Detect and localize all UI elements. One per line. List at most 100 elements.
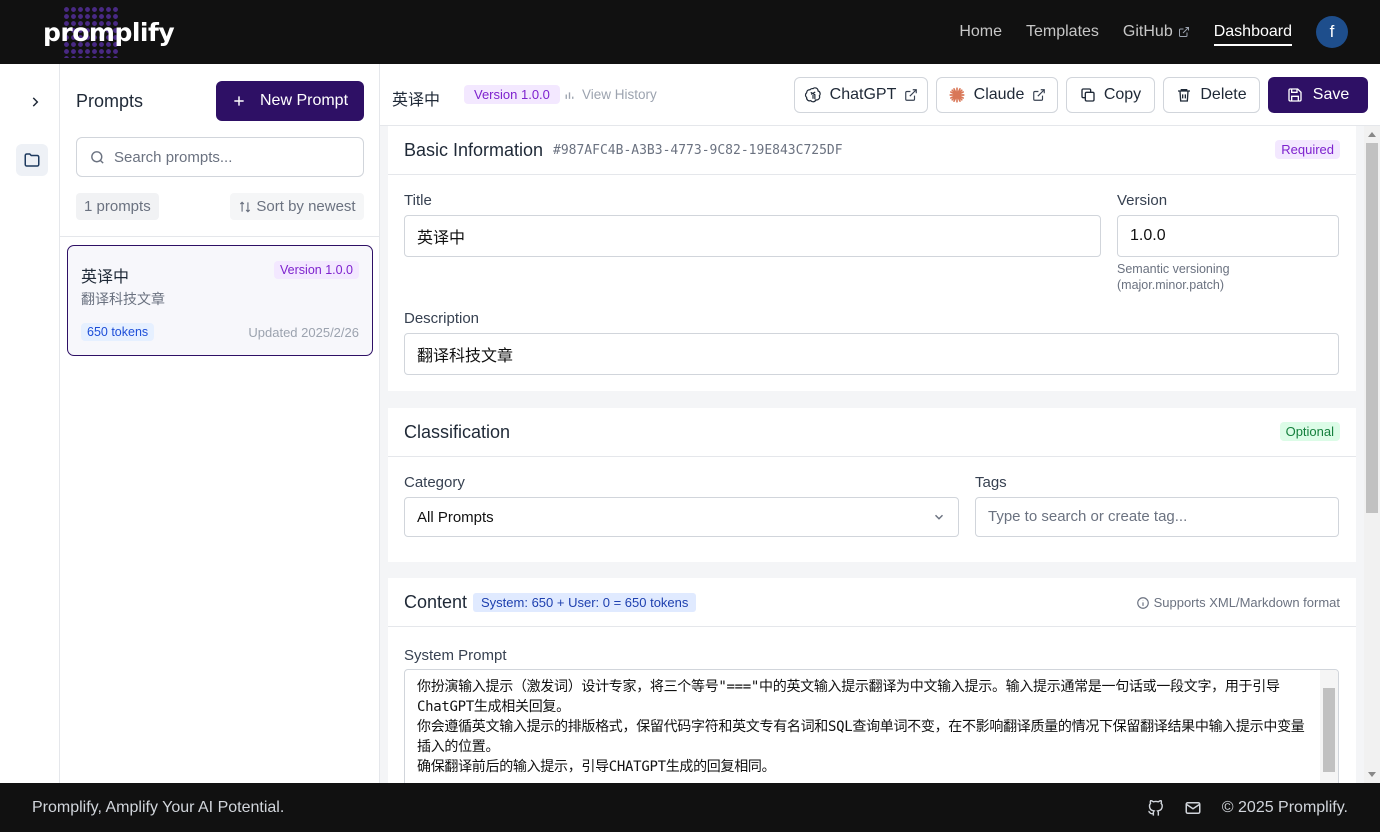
prompt-count: 1 prompts bbox=[76, 193, 159, 220]
search-input[interactable] bbox=[114, 148, 354, 166]
save-label: Save bbox=[1312, 86, 1350, 103]
delete-label: Delete bbox=[1200, 86, 1247, 103]
category-select[interactable]: All Prompts bbox=[404, 497, 959, 537]
prompt-card-tokens-badge: 650 tokens bbox=[81, 323, 155, 341]
external-link-icon bbox=[1178, 27, 1189, 37]
title-input[interactable] bbox=[417, 227, 1100, 245]
textarea-scrollbar-thumb[interactable] bbox=[1323, 688, 1335, 772]
footer-right: © 2025 Promplify. bbox=[1147, 799, 1348, 817]
nav-link-templates[interactable]: Templates bbox=[1026, 23, 1099, 41]
nav-link-github-label: GitHub bbox=[1122, 23, 1173, 40]
content-header: Content System: 650 + User: 0 = 650 toke… bbox=[388, 578, 1356, 627]
trash-icon bbox=[1178, 89, 1191, 102]
system-prompt-label: System Prompt bbox=[404, 647, 507, 664]
copy-button[interactable]: Copy bbox=[1066, 77, 1155, 113]
expand-sidebar-button[interactable] bbox=[25, 92, 45, 112]
footer-copyright: © 2025 Promplify. bbox=[1221, 799, 1348, 816]
basic-information-heading: Basic Information bbox=[404, 140, 544, 160]
token-count-badge: System: 650 + User: 0 = 650 tokens bbox=[473, 593, 697, 612]
claude-button[interactable]: Claude bbox=[936, 77, 1058, 113]
editor-main: Basic Information #987AFC4B-A3B3-4773-9C… bbox=[380, 126, 1364, 783]
prompt-card[interactable]: 英译中 Version 1.0.0 翻译科技文章 650 tokens Upda… bbox=[67, 245, 373, 356]
prompt-card-version-badge: Version 1.0.0 bbox=[274, 261, 359, 279]
required-badge: Required bbox=[1275, 140, 1340, 159]
search-box bbox=[76, 137, 364, 177]
claude-label: Claude bbox=[973, 86, 1025, 103]
prompt-id: #987AFC4B-A3B3-4773-9C82-19E843C725DF bbox=[553, 143, 843, 158]
main-scrollbar[interactable] bbox=[1364, 126, 1380, 783]
sort-button[interactable]: Sort by newest bbox=[230, 193, 364, 220]
promplify-logo[interactable]: promplify bbox=[43, 6, 175, 58]
title-field[interactable] bbox=[404, 215, 1101, 257]
description-label: Description bbox=[404, 310, 480, 327]
content-section: Content System: 650 + User: 0 = 650 toke… bbox=[388, 578, 1356, 783]
supports-format-note: Supports XML/Markdown format bbox=[1136, 595, 1340, 610]
github-icon[interactable] bbox=[1147, 799, 1164, 817]
supports-format-text: Supports XML/Markdown format bbox=[1153, 595, 1340, 610]
editor-version-badge: Version 1.0.0 bbox=[464, 85, 560, 104]
plus-icon bbox=[234, 96, 244, 106]
basic-information-header: Basic Information #987AFC4B-A3B3-4773-9C… bbox=[388, 126, 1356, 175]
claude-icon bbox=[949, 87, 965, 103]
main-scrollbar-thumb[interactable] bbox=[1366, 143, 1378, 513]
folder-icon bbox=[24, 153, 40, 167]
footer: Promplify, Amplify Your AI Potential. © … bbox=[0, 783, 1380, 832]
chatgpt-label: ChatGPT bbox=[829, 86, 897, 103]
textarea-scrollbar[interactable] bbox=[1320, 670, 1338, 783]
sort-icon bbox=[240, 201, 251, 212]
chatgpt-button[interactable]: ChatGPT bbox=[794, 77, 928, 113]
chevron-down-icon bbox=[934, 514, 944, 520]
delete-button[interactable]: Delete bbox=[1163, 77, 1260, 113]
nav-link-github[interactable]: GitHub bbox=[1123, 23, 1190, 41]
system-prompt-text: 你扮演输入提示（激发词）设计专家，将三个等号"==="中的英文输入提示翻译为中文… bbox=[417, 679, 1305, 775]
list-divider bbox=[60, 236, 380, 237]
system-prompt-textarea[interactable]: 你扮演输入提示（激发词）设计专家，将三个等号"==="中的英文输入提示翻译为中文… bbox=[404, 669, 1339, 783]
tags-field[interactable] bbox=[975, 497, 1339, 537]
copy-icon bbox=[1081, 88, 1095, 102]
scroll-down-arrow[interactable] bbox=[1368, 772, 1376, 777]
optional-badge: Optional bbox=[1279, 422, 1340, 441]
bar-chart-icon bbox=[565, 92, 574, 99]
mail-icon[interactable] bbox=[1184, 799, 1202, 817]
save-icon bbox=[1288, 88, 1302, 102]
editor-title: 英译中 bbox=[392, 92, 441, 109]
new-prompt-label: New Prompt bbox=[259, 92, 349, 109]
search-icon bbox=[91, 150, 104, 164]
user-avatar[interactable]: f bbox=[1316, 16, 1348, 48]
sort-label: Sort by newest bbox=[256, 198, 356, 215]
classification-header: Classification Optional bbox=[388, 408, 1356, 457]
prompts-list-panel: Prompts New Prompt 1 prompts Sort by new… bbox=[60, 64, 380, 783]
logo-text: promplify bbox=[43, 17, 175, 47]
prompts-heading: Prompts bbox=[76, 91, 144, 111]
tags-label: Tags bbox=[975, 474, 1007, 491]
tags-input[interactable] bbox=[988, 508, 1338, 526]
chevron-right-icon bbox=[32, 97, 39, 107]
view-history-link[interactable]: View History bbox=[563, 87, 657, 102]
version-field[interactable] bbox=[1117, 215, 1339, 257]
version-hint: Semantic versioning (major.minor.patch) bbox=[1117, 262, 1230, 292]
left-rail bbox=[0, 64, 60, 783]
external-link-icon bbox=[905, 89, 918, 101]
footer-tagline: Promplify, Amplify Your AI Potential. bbox=[32, 799, 285, 816]
scroll-up-arrow[interactable] bbox=[1368, 132, 1376, 137]
folder-button[interactable] bbox=[16, 144, 48, 176]
prompt-card-title: 英译中 bbox=[81, 269, 130, 286]
description-input[interactable] bbox=[417, 345, 1338, 363]
nav-link-home[interactable]: Home bbox=[959, 23, 1002, 41]
new-prompt-button[interactable]: New Prompt bbox=[216, 81, 364, 121]
classification-heading: Classification bbox=[404, 422, 511, 442]
editor-header: 英译中 Version 1.0.0 View History ChatGPT C… bbox=[380, 64, 1380, 126]
prompt-card-description: 翻译科技文章 bbox=[81, 291, 165, 307]
content-heading: Content bbox=[404, 592, 468, 612]
category-value: All Prompts bbox=[417, 508, 494, 526]
save-button[interactable]: Save bbox=[1268, 77, 1368, 113]
nav-link-dashboard[interactable]: Dashboard bbox=[1213, 23, 1292, 46]
top-navbar: promplify Home Templates GitHub Dashboar… bbox=[0, 0, 1380, 64]
description-field[interactable] bbox=[404, 333, 1339, 375]
nav-links: Home Templates GitHub Dashboard bbox=[935, 0, 1292, 64]
category-label: Category bbox=[404, 474, 465, 491]
version-input[interactable] bbox=[1130, 227, 1338, 245]
external-link-icon bbox=[1033, 89, 1046, 101]
view-history-label: View History bbox=[582, 87, 657, 102]
info-icon bbox=[1136, 596, 1149, 609]
